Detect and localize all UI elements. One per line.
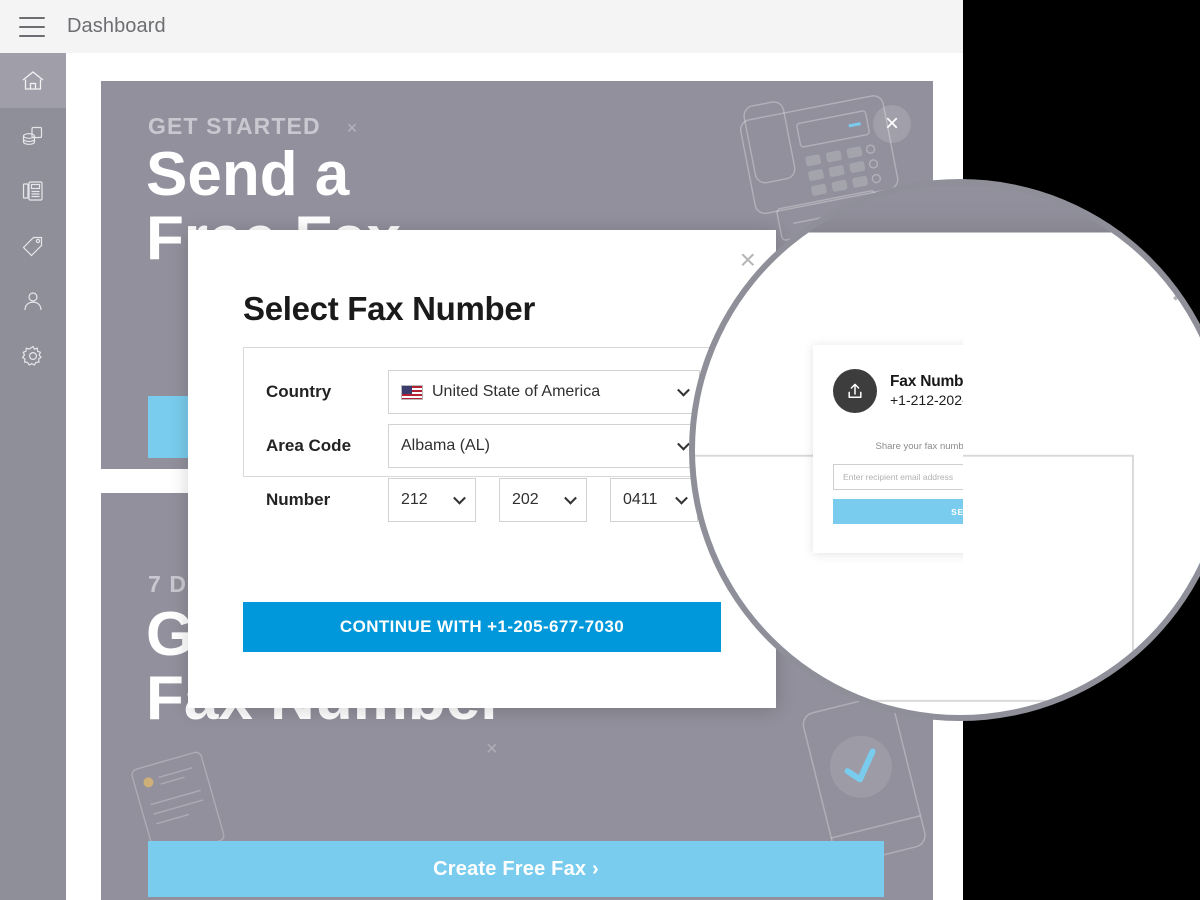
country-select[interactable]: United State of America (388, 370, 700, 414)
chevron-down-icon (675, 491, 688, 505)
chevron-down-icon (677, 437, 690, 451)
number-row: Number 212 202 0411 (266, 478, 700, 522)
user-icon (20, 289, 46, 313)
create-free-fax-label: Create Free Fax › (433, 857, 599, 880)
home-icon (20, 69, 46, 93)
area-code-label: Area Code (266, 436, 352, 455)
area-code-value: Albama (AL) (401, 437, 490, 454)
fax-icon (20, 179, 46, 203)
page-title: Dashboard (67, 15, 166, 37)
number-part-3-value: 0411 (623, 491, 658, 508)
hamburger-menu-icon[interactable] (19, 16, 45, 37)
card2-mid-dismiss-icon[interactable]: × (486, 738, 498, 761)
select-fax-number-dialog: × Select Fax Number Country United State… (188, 230, 776, 708)
continue-button-label: CONTINUE WITH +1-205-677-7030 (339, 617, 625, 636)
recipient-email-input[interactable]: Enter recipient email address (833, 464, 963, 490)
area-code-select[interactable]: Albama (AL) (388, 424, 700, 468)
tag-icon (20, 234, 46, 258)
country-value: United State of America (432, 383, 601, 400)
activated-text-block: Fax Number Activated +1-212-202-0411 (890, 373, 963, 410)
sidebar (0, 53, 66, 900)
screenshot-stage: Dashboard GET STARTED × Send a × 7 × Cre… (0, 0, 1200, 900)
number-part-2-value: 202 (512, 491, 539, 508)
sidebar-item-home[interactable] (0, 53, 66, 108)
app-window: Dashboard GET STARTED × Send a × 7 × Cre… (0, 0, 963, 900)
us-flag-icon (401, 384, 423, 400)
card-dismiss-icon[interactable]: × (347, 118, 359, 138)
card-close-button[interactable]: × (873, 105, 911, 143)
activated-fax-number: +1-212-202-0411 (890, 392, 963, 409)
number-part-1-select[interactable]: 212 (388, 478, 476, 522)
country-row: Country United State of America (266, 370, 700, 414)
stack-icon (20, 124, 46, 148)
top-bar: Dashboard (0, 0, 963, 53)
dialog-title: Select Fax Number (243, 290, 536, 327)
gear-icon (20, 344, 46, 368)
chevron-down-icon (453, 491, 466, 505)
sidebar-item-settings[interactable] (0, 328, 66, 383)
share-upload-icon (833, 369, 877, 413)
sidebar-item-storage[interactable] (0, 108, 66, 163)
send-button[interactable]: SEND (833, 499, 963, 524)
sidebar-item-account[interactable] (0, 273, 66, 328)
activated-subtitle: Share your fax number with your contacts… (875, 441, 963, 452)
continue-button[interactable]: CONTINUE WITH +1-205-677-7030 (243, 602, 721, 652)
number-part-3-select[interactable]: 0411 (610, 478, 698, 522)
fax-fields-group: Country United State of America Area Cod… (243, 347, 721, 522)
chevron-down-icon (677, 383, 690, 397)
create-free-fax-button[interactable]: Create Free Fax › (148, 841, 884, 897)
number-part-1-value: 212 (401, 491, 428, 508)
country-label: Country (266, 382, 332, 401)
sidebar-item-pricing[interactable] (0, 218, 66, 273)
area-code-row: Area Code Albama (AL) (266, 424, 700, 468)
sidebar-item-fax[interactable] (0, 163, 66, 218)
number-part-2-select[interactable]: 202 (499, 478, 587, 522)
send-button-label: SEND (951, 506, 963, 517)
activated-header: Fax Number Activated +1-212-202-0411 (833, 369, 963, 413)
activated-title: Fax Number Activated (890, 372, 963, 390)
card-eyebrow-text: GET STARTED (148, 113, 321, 139)
fax-number-activated-dialog: × Fax Number Activated +1-212-202-0411 S… (813, 345, 963, 553)
number-label: Number (266, 490, 331, 509)
card-eyebrow: GET STARTED × (148, 113, 358, 140)
magnified-close-icon[interactable]: × (1169, 262, 1200, 316)
chevron-down-icon (564, 491, 577, 505)
